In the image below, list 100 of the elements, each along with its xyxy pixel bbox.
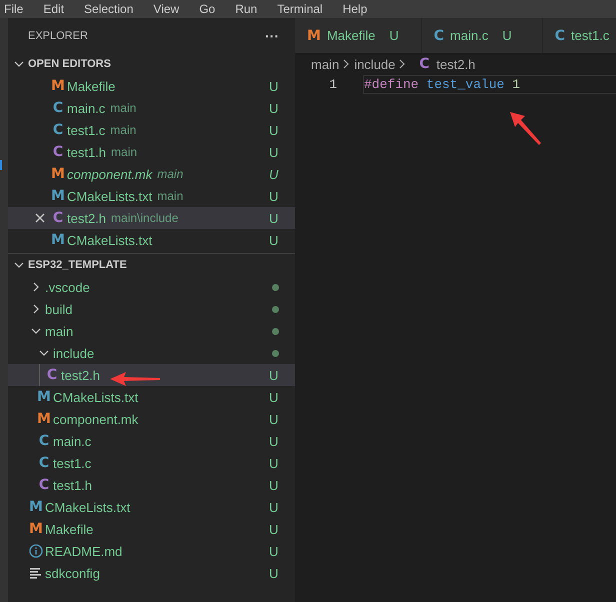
tree-item[interactable]: M CMakeLists.txt U (8, 386, 295, 408)
line-number: 1 (328, 77, 337, 92)
tree-item[interactable]: README.md U (8, 540, 295, 562)
file-name: component.mk (67, 166, 152, 182)
info-icon (29, 544, 43, 558)
chevron-right-icon[interactable] (31, 282, 41, 292)
section-header[interactable]: OPEN EDITORS (8, 53, 295, 75)
file-type-icon: M (51, 188, 65, 204)
git-status: U (269, 144, 280, 160)
file-name: test1.h (67, 144, 106, 160)
file-name: test1.c (53, 456, 92, 470)
git-status: U (269, 544, 280, 558)
file-name: main.c (53, 434, 92, 448)
git-status: U (269, 188, 280, 204)
file-path: main (157, 167, 184, 181)
file-name: sdkconfig (45, 566, 100, 580)
git-status: U (269, 566, 280, 580)
file-type-icon: C (38, 433, 50, 449)
file-type-icon: M (51, 232, 65, 248)
file-name: CMakeLists.txt (45, 500, 130, 514)
folder-name: include (53, 346, 94, 360)
code-line: #define test_value 1 (363, 75, 616, 94)
chevron-down-icon[interactable] (14, 59, 24, 69)
folder-name: main (45, 324, 74, 338)
file-type-icon: C (52, 210, 64, 226)
file-type-icon: M (307, 28, 321, 44)
file-type-icon: C (52, 100, 64, 116)
tree-item[interactable]: M CMakeLists.txt U (8, 496, 295, 518)
file-type-icon: M (29, 499, 43, 515)
open-editor-item[interactable]: C main.c main U (8, 97, 295, 119)
chevron-down-icon[interactable] (14, 260, 24, 270)
chevron-right-icon (343, 59, 350, 69)
file-type-icon: C (554, 28, 566, 44)
menu-item[interactable]: Edit (43, 2, 64, 16)
tree-item[interactable]: M Makefile U (8, 518, 295, 540)
git-status: U (269, 100, 280, 116)
editor-tab[interactable]: C main.c U (422, 18, 543, 53)
file-type-icon: C (419, 56, 430, 72)
git-status: U (269, 434, 280, 448)
close-icon[interactable] (35, 213, 45, 223)
menu-item[interactable]: Go (199, 2, 216, 16)
menu-item[interactable]: Help (342, 2, 368, 16)
file-path: main (110, 123, 136, 137)
tree-item[interactable]: sdkconfig U (8, 562, 295, 584)
file-path: main (157, 189, 184, 203)
file-type-icon: M (37, 411, 51, 427)
section-header[interactable]: ESP32_TEMPLATE (8, 253, 295, 276)
git-status: U (269, 122, 280, 138)
breadcrumb-item[interactable]: include (354, 56, 396, 72)
file-type-icon: C (38, 477, 50, 493)
git-status: U (269, 232, 280, 248)
tree-item[interactable]: M component.mk U (8, 408, 295, 430)
chevron-right-icon[interactable] (31, 304, 41, 314)
file-name: CMakeLists.txt (67, 188, 152, 204)
menu-item[interactable]: File (4, 2, 24, 16)
menu-item[interactable]: Run (235, 2, 258, 16)
open-editor-item[interactable]: C test2.h main\include U (8, 207, 295, 229)
editor-tab[interactable]: M Makefile U (295, 18, 422, 53)
git-status: U (269, 522, 280, 536)
open-editor-item[interactable]: M component.mk main U (8, 163, 295, 185)
file-path: main (110, 101, 136, 115)
open-editor-item[interactable]: M CMakeLists.txt U (8, 229, 295, 251)
tree-item[interactable]: build (8, 298, 295, 320)
git-status: U (269, 390, 280, 404)
more-actions-button[interactable]: ··· (265, 28, 279, 44)
open-editor-item[interactable]: M CMakeLists.txt main U (8, 185, 295, 207)
menu-item[interactable]: Terminal (277, 2, 323, 16)
menu-item[interactable]: View (153, 2, 180, 16)
chevron-down-icon[interactable] (39, 348, 49, 358)
git-status: U (269, 456, 280, 470)
file-type-icon: C (52, 144, 64, 160)
file-name: Makefile (45, 522, 94, 536)
tree-item[interactable]: C main.c U (8, 430, 295, 452)
git-status: U (269, 412, 280, 426)
breadcrumb-item[interactable]: test2.h (436, 56, 476, 72)
file-path: main\include (111, 211, 178, 225)
file-name: CMakeLists.txt (53, 390, 138, 404)
tree-item[interactable]: include (8, 342, 295, 364)
breadcrumb-item[interactable]: main (311, 56, 340, 72)
folder-name: .vscode (45, 280, 90, 294)
tree-item[interactable]: C test2.h U (8, 364, 295, 386)
open-editor-item[interactable]: M Makefile U (8, 75, 295, 97)
tree-item[interactable]: main (8, 320, 295, 342)
tree-item[interactable]: .vscode (8, 276, 295, 298)
menu-item[interactable]: Selection (84, 2, 134, 16)
git-status: U (269, 478, 280, 492)
activity-indicator (0, 160, 2, 170)
file-type-icon: M (29, 521, 43, 537)
file-type-icon: M (51, 166, 65, 182)
section-title: ESP32_TEMPLATE (28, 259, 127, 271)
editor-tab[interactable]: C test1.c (542, 18, 616, 53)
tree-item[interactable]: C test1.c U (8, 452, 295, 474)
file-type-icon: M (51, 78, 65, 94)
open-editor-item[interactable]: C test1.c main U (8, 119, 295, 141)
git-status: U (269, 78, 280, 94)
tree-item[interactable]: C test1.h U (8, 474, 295, 496)
open-editor-item[interactable]: C test1.h main U (8, 141, 295, 163)
file-type-icon: C (434, 28, 444, 44)
file-name: README.md (45, 544, 122, 558)
chevron-down-icon[interactable] (31, 326, 41, 336)
